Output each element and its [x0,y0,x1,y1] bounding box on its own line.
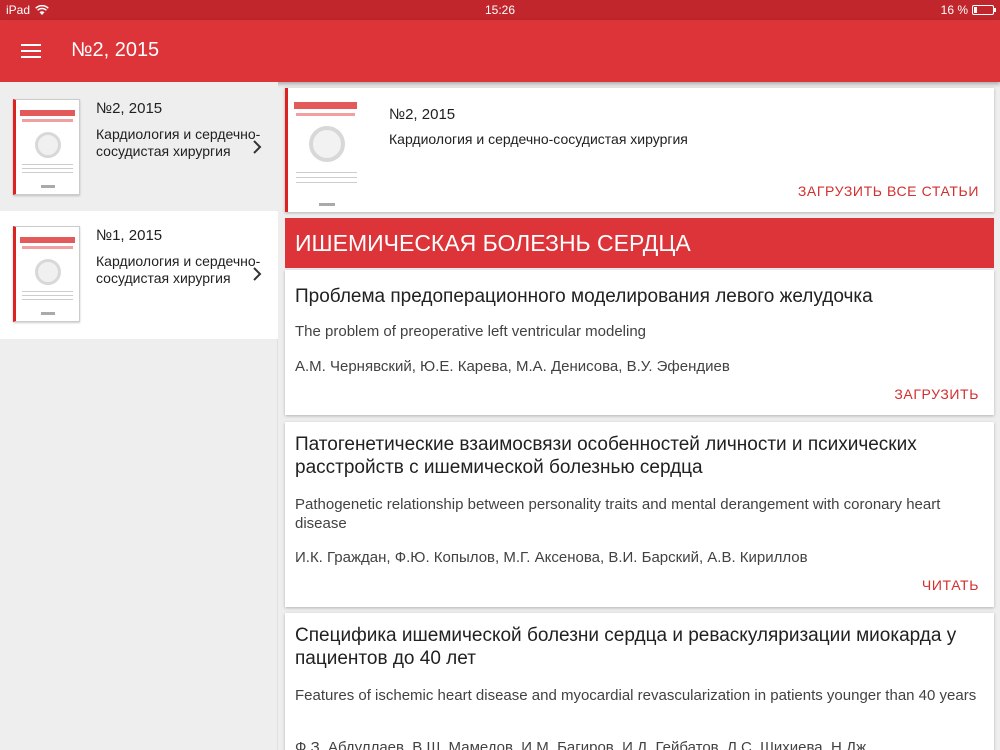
issue-header-card: №2, 2015 Кардиология и сердечно-сосудист… [285,88,994,212]
article-title: Специфика ишемической болезни сердца и р… [295,625,957,669]
battery-icon [972,5,996,15]
read-button[interactable]: ЧИТАТЬ [922,577,979,593]
page-title: №2, 2015 [71,39,160,61]
article-title-en: Pathogenetic relationship between person… [295,496,941,532]
issues-sidebar: №2, 2015 Кардиология и сердечно-сосудист… [0,82,278,750]
app-bar: №2, 2015 [0,20,1000,82]
chevron-right-icon [253,267,262,281]
issue-number: №1, 2015 [96,227,163,244]
article-authors: А.М. Чернявский, Ю.Е. Карева, М.А. Денис… [295,358,730,375]
issue-number: №2, 2015 [96,100,163,117]
article-title-en: Features of ischemic heart disease and m… [295,687,977,704]
status-bar: iPad 15:26 16 % [0,0,1000,20]
status-bar-right: 16 % [940,3,996,17]
journal-cover-image [13,226,80,322]
article-card[interactable]: Проблема предоперационного моделирования… [285,270,994,415]
article-card[interactable]: Патогенетические взаимосвязи особенносте… [285,422,994,607]
journal-cover-image [285,88,365,212]
issue-number: №2, 2015 [389,106,456,123]
section-header: ИШЕМИЧЕСКАЯ БОЛЕЗНЬ СЕРДЦА [285,218,994,268]
chevron-right-icon [253,140,262,154]
menu-button[interactable] [12,33,50,69]
download-all-button[interactable]: ЗАГРУЗИТЬ ВСЕ СТАТЬИ [798,183,979,199]
article-title-en: The problem of preoperative left ventric… [295,323,647,340]
issue-title: Кардиология и сердечно-сосудистая хирург… [96,126,261,159]
download-button[interactable]: ЗАГРУЗИТЬ [894,386,979,402]
issue-title: Кардиология и сердечно-сосудистая хирург… [96,253,261,286]
issue-title: Кардиология и сердечно-сосудистая хирург… [389,131,688,147]
issue-content: №2, 2015 Кардиология и сердечно-сосудист… [285,82,994,750]
article-authors: Ф.З. Абдуллаев, В.Ш. Мамедов, И.М. Багир… [295,739,867,750]
article-card[interactable]: Специфика ишемической болезни сердца и р… [285,613,994,750]
article-title: Патогенетические взаимосвязи особенносте… [295,434,917,478]
journal-cover-image [13,99,80,195]
article-authors: И.К. Граждан, Ф.Ю. Копылов, М.Г. Аксенов… [295,549,808,566]
sidebar-issue-item[interactable]: №2, 2015 Кардиология и сердечно-сосудист… [0,82,278,210]
article-title: Проблема предоперационного моделирования… [295,286,873,307]
sidebar-issue-item[interactable]: №1, 2015 Кардиология и сердечно-сосудист… [0,211,278,339]
clock: 15:26 [484,3,516,17]
battery-percent: 16 % [940,3,968,17]
